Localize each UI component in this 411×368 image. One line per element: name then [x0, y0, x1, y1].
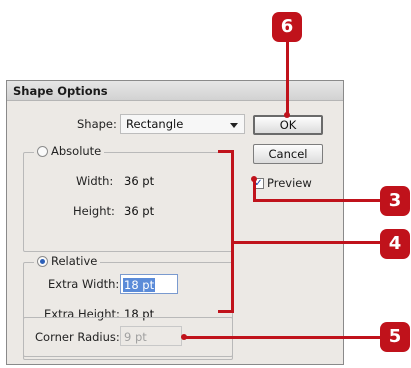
- shape-label: Shape:: [77, 117, 117, 131]
- shape-select[interactable]: Rectangle: [120, 114, 245, 134]
- corner-radius-value: 9 pt: [124, 330, 147, 344]
- callout-4-line: [231, 241, 381, 244]
- extra-width-label: Extra Width:: [48, 277, 120, 291]
- callout-5: 5: [380, 322, 410, 352]
- corner-radius-field[interactable]: 9 pt: [120, 326, 182, 346]
- callout-4: 4: [380, 229, 410, 259]
- bracket-vertical: [231, 150, 234, 313]
- absolute-radio[interactable]: Absolute: [34, 144, 105, 158]
- preview-label: Preview: [267, 176, 312, 190]
- width-value: 36 pt: [124, 174, 155, 188]
- height-label: Height:: [73, 204, 115, 218]
- callout-6-dot: [284, 112, 290, 118]
- chevron-down-icon: [230, 123, 238, 128]
- width-field[interactable]: 36 pt: [120, 170, 172, 190]
- relative-radio-icon: [37, 255, 48, 267]
- relative-label: Relative: [51, 254, 98, 268]
- dialog-title: Shape Options: [13, 84, 108, 98]
- dialog-titlebar[interactable]: Shape Options: [7, 81, 343, 101]
- callout-6: 6: [272, 12, 302, 42]
- callout-3-hline: [253, 199, 383, 202]
- callout-3-vline: [253, 181, 256, 201]
- callout-3: 3: [380, 186, 410, 216]
- height-value: 36 pt: [124, 204, 155, 218]
- shape-options-dialog: Shape Options Shape: Rectangle OK Cancel…: [6, 80, 344, 365]
- absolute-radio-icon: [37, 145, 48, 157]
- callout-6-line: [286, 40, 289, 116]
- width-label: Width:: [76, 174, 114, 188]
- shape-select-value: Rectangle: [126, 117, 184, 131]
- bracket-bottom: [218, 310, 234, 313]
- relative-radio[interactable]: Relative: [34, 254, 101, 268]
- extra-width-value: 18 pt: [123, 278, 156, 292]
- absolute-label: Absolute: [51, 144, 102, 158]
- height-field[interactable]: 36 pt: [120, 200, 172, 220]
- extra-width-field[interactable]: 18 pt: [120, 274, 178, 294]
- corner-radius-label: Corner Radius:: [35, 330, 120, 344]
- cancel-button[interactable]: Cancel: [253, 144, 323, 164]
- ok-button[interactable]: OK: [253, 115, 323, 135]
- callout-5-line: [185, 336, 382, 339]
